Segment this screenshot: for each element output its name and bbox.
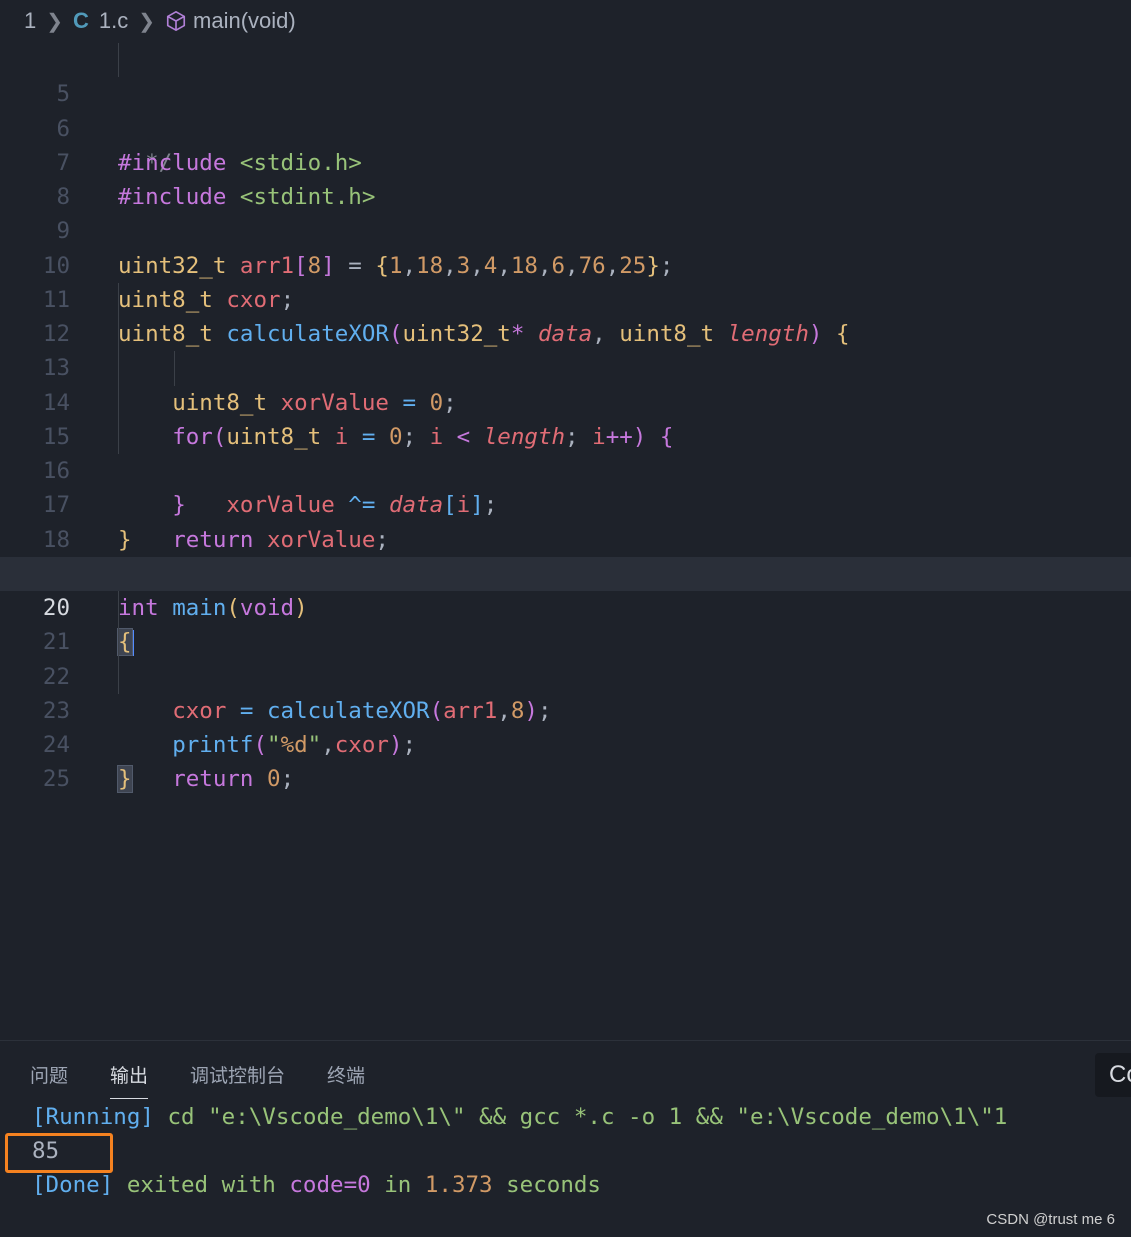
tab-problems[interactable]: 问题 <box>30 1061 68 1099</box>
running-tag: [Running] <box>32 1104 154 1130</box>
code-line[interactable]: 6 #include <stdio.h> <box>0 77 1131 176</box>
done-tag: [Done] <box>32 1172 114 1198</box>
tab-output[interactable]: 输出 <box>110 1061 149 1099</box>
duration: 1.373 <box>424 1172 493 1198</box>
in-label: in <box>384 1172 412 1198</box>
code-line[interactable]: 12 uint8_t xorValue = 0; <box>0 282 1131 416</box>
indent-guide <box>118 351 119 386</box>
indent-guide <box>174 351 175 386</box>
indent-guide <box>118 419 119 454</box>
code-line[interactable]: 15 } <box>0 385 1131 518</box>
code-line[interactable]: 13 for(uint8_t i = 0; i < length; i++) { <box>0 317 1131 450</box>
code-line[interactable]: 22 printf("%d",cxor); <box>0 625 1131 758</box>
indent-guide <box>118 591 119 626</box>
run-command: cd "e:\Vscode_demo\1\" && gcc *.c -o 1 &… <box>167 1104 1008 1130</box>
symbol-cube-icon <box>166 11 186 31</box>
line-code: } <box>117 765 133 794</box>
exit-code: code=0 <box>289 1172 371 1198</box>
indent-guide <box>118 317 119 352</box>
code-line[interactable]: 8 <box>0 146 1131 210</box>
code-line[interactable]: 16 return xorValue; <box>0 419 1131 553</box>
seconds-label: seconds <box>506 1172 601 1198</box>
indent-guide <box>118 282 119 317</box>
watermark: CSDN @trust me 6 <box>986 1211 1115 1228</box>
bottom-panel: 问题 输出 调试控制台 终端 Co <box>0 1040 1131 1237</box>
code-line[interactable]: 24 } <box>0 694 1131 794</box>
code-line[interactable]: 23 return 0; <box>0 659 1131 792</box>
c-language-icon: C <box>73 8 89 33</box>
code-line-current[interactable]: 20 { <box>0 556 1131 657</box>
breadcrumb-folder[interactable]: 1 <box>24 8 36 34</box>
indent-guide <box>118 385 119 420</box>
code-line[interactable]: 7 #include <stdint.h> <box>0 112 1131 210</box>
panel-tabs: 问题 输出 调试控制台 终端 <box>30 1061 407 1099</box>
code-line[interactable]: 11 uint8_t calculateXOR(uint32_t* data, … <box>0 249 1131 347</box>
indent-guide <box>118 659 119 694</box>
code-line[interactable]: 10 uint8_t cxor; <box>0 214 1131 313</box>
code-line[interactable]: 5 */ <box>0 43 1131 176</box>
breadcrumb: 1 ❯ C 1.c ❯ main(void) <box>0 0 1131 42</box>
indent-guide <box>118 625 119 660</box>
breadcrumb-file[interactable]: 1.c <box>99 8 128 34</box>
output-channel-button[interactable]: Co <box>1095 1053 1131 1097</box>
result-highlight-box <box>5 1133 113 1173</box>
breadcrumb-symbol[interactable]: main(void) <box>193 8 296 34</box>
chevron-right-icon: ❯ <box>46 10 64 33</box>
done-text: exited with <box>126 1172 276 1198</box>
code-line[interactable]: 25 <box>0 728 1131 792</box>
code-line[interactable]: 14 xorValue ^= data[i]; <box>0 351 1131 518</box>
chevron-right-icon: ❯ <box>138 10 156 33</box>
tab-debug-console[interactable]: 调试控制台 <box>190 1061 285 1099</box>
output-line-done: [Done] exited with code=0 in 1.373 secon… <box>32 1172 601 1198</box>
code-line[interactable]: 19 int main(void) <box>0 523 1131 621</box>
code-line[interactable]: 18 <box>0 488 1131 553</box>
code-line[interactable]: 17 } <box>0 454 1131 552</box>
indent-guide <box>118 43 119 78</box>
output-line-running: [Running] cd "e:\Vscode_demo\1\" && gcc … <box>32 1104 1007 1130</box>
line-number: 25 <box>42 766 70 793</box>
tab-terminal[interactable]: 终端 <box>327 1061 365 1099</box>
code-line[interactable]: 21 cxor = calculateXOR(arr1,8); <box>0 591 1131 724</box>
line-code: return 0; <box>172 766 295 793</box>
code-editor[interactable]: 5 */ 6 #include <stdio.h> 7 #include <st… <box>0 43 1131 794</box>
code-line[interactable]: 9 uint32_t arr1[8] = {1,18,3,4,18,6,76,2… <box>0 180 1131 278</box>
